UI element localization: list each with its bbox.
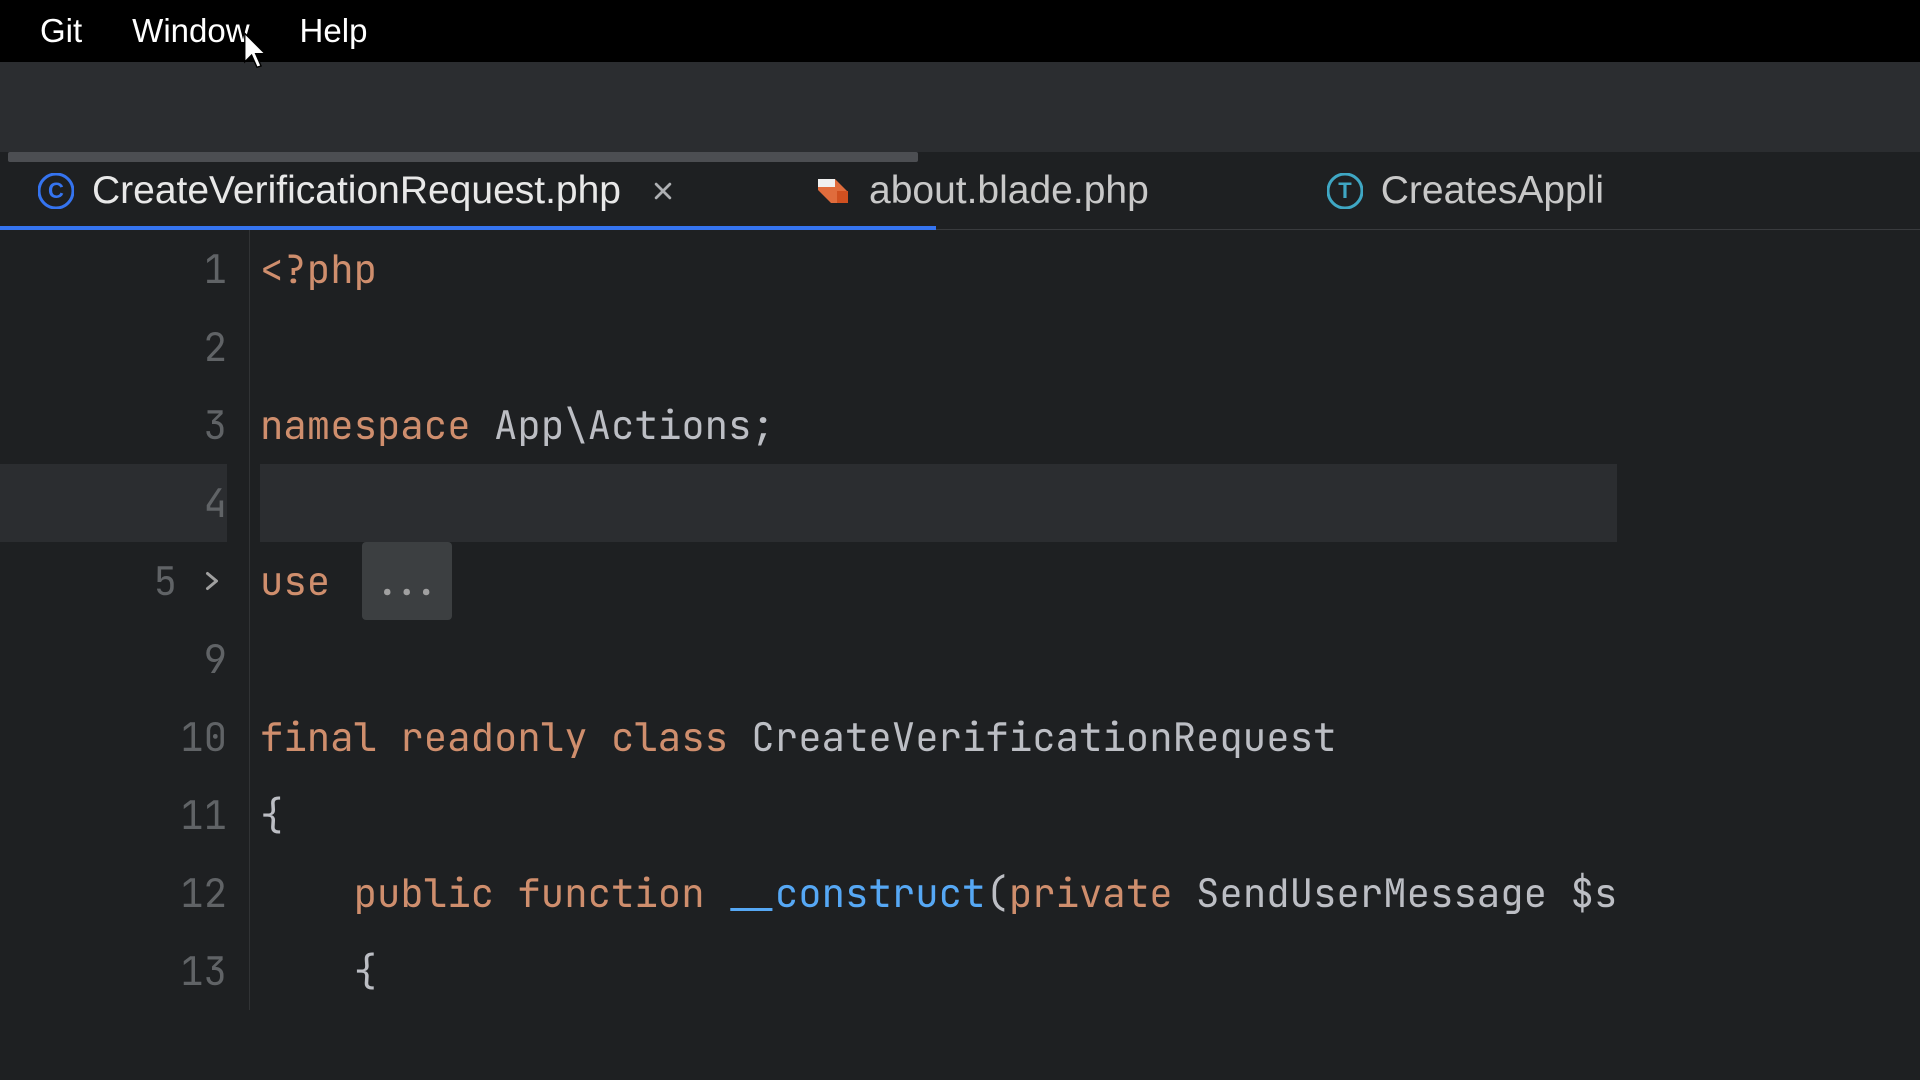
gutter-line: 10 bbox=[0, 698, 227, 776]
code-line[interactable] bbox=[260, 464, 1617, 542]
trait-icon: T bbox=[1327, 173, 1363, 209]
blade-icon bbox=[815, 173, 851, 209]
gutter-line: 9 bbox=[0, 620, 227, 698]
code-line[interactable] bbox=[260, 620, 1617, 698]
gutter-line: 12 bbox=[0, 854, 227, 932]
code-line[interactable] bbox=[260, 308, 1617, 386]
code-line[interactable]: { bbox=[260, 932, 1617, 1010]
editor[interactable]: 12345910111213 <?phpnamespace App\Action… bbox=[0, 230, 1920, 1010]
gutter: 12345910111213 bbox=[0, 230, 250, 1010]
tab-create-verification-request[interactable]: C CreateVerificationRequest.php bbox=[0, 152, 707, 229]
tab-bar: C CreateVerificationRequest.php about.bl… bbox=[0, 152, 1920, 230]
tab-creates-application[interactable]: T CreatesAppli bbox=[1289, 152, 1634, 229]
gutter-line: 1 bbox=[0, 230, 227, 308]
code-line[interactable]: final readonly class CreateVerificationR… bbox=[260, 698, 1617, 776]
menu-help[interactable]: Help bbox=[300, 12, 368, 50]
gutter-line: 5 bbox=[0, 542, 227, 620]
svg-text:T: T bbox=[1338, 178, 1352, 203]
gutter-line: 11 bbox=[0, 776, 227, 854]
code-area[interactable]: <?php namespace App\Actions; use ... final … bbox=[250, 230, 1617, 1010]
tab-about-blade[interactable]: about.blade.php bbox=[777, 152, 1179, 229]
tab-label: CreatesAppli bbox=[1381, 169, 1604, 213]
fold-arrow-icon[interactable] bbox=[197, 569, 227, 593]
tab-label: CreateVerificationRequest.php bbox=[92, 169, 621, 213]
code-line[interactable]: { bbox=[260, 776, 1617, 854]
menu-window[interactable]: Window bbox=[132, 12, 249, 50]
toolbar bbox=[0, 62, 1920, 152]
class-icon: C bbox=[38, 173, 74, 209]
tab-label: about.blade.php bbox=[869, 169, 1149, 213]
menubar: Git Window Help bbox=[0, 0, 1920, 62]
code-line[interactable]: public function __construct(private Send… bbox=[260, 854, 1617, 932]
menu-git[interactable]: Git bbox=[40, 12, 82, 50]
close-icon[interactable] bbox=[649, 177, 677, 205]
gutter-line: 3 bbox=[0, 386, 227, 464]
code-line[interactable]: use ... bbox=[260, 542, 1617, 620]
gutter-line: 13 bbox=[0, 932, 227, 1010]
code-line[interactable]: namespace App\Actions; bbox=[260, 386, 1617, 464]
svg-text:C: C bbox=[48, 178, 64, 203]
gutter-line: 2 bbox=[0, 308, 227, 386]
gutter-line: 4 bbox=[0, 464, 227, 542]
code-line[interactable]: <?php bbox=[260, 230, 1617, 308]
